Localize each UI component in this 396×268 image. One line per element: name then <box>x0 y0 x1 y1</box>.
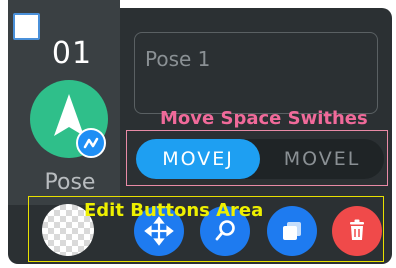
select-checkbox[interactable] <box>13 13 40 40</box>
movej-option[interactable]: MOVEJ <box>136 139 260 179</box>
pose-number: 01 <box>51 36 93 71</box>
copy-icon <box>283 222 301 240</box>
copy-button[interactable] <box>267 206 317 256</box>
move-space-switch: MOVEJ MOVEL <box>136 139 384 179</box>
movel-option[interactable]: MOVEL <box>260 139 384 179</box>
edit-buttons-annotation-label: Edit Buttons Area <box>84 200 264 221</box>
trash-icon <box>350 219 364 240</box>
route-icon <box>76 128 106 158</box>
delete-button[interactable] <box>332 206 382 256</box>
pose-name-placeholder: Pose 1 <box>145 47 211 71</box>
pose-label: Pose <box>44 170 96 195</box>
pose-name-field[interactable]: Pose 1 <box>134 32 378 114</box>
move-space-annotation-label: Move Space Swithes <box>160 108 368 129</box>
